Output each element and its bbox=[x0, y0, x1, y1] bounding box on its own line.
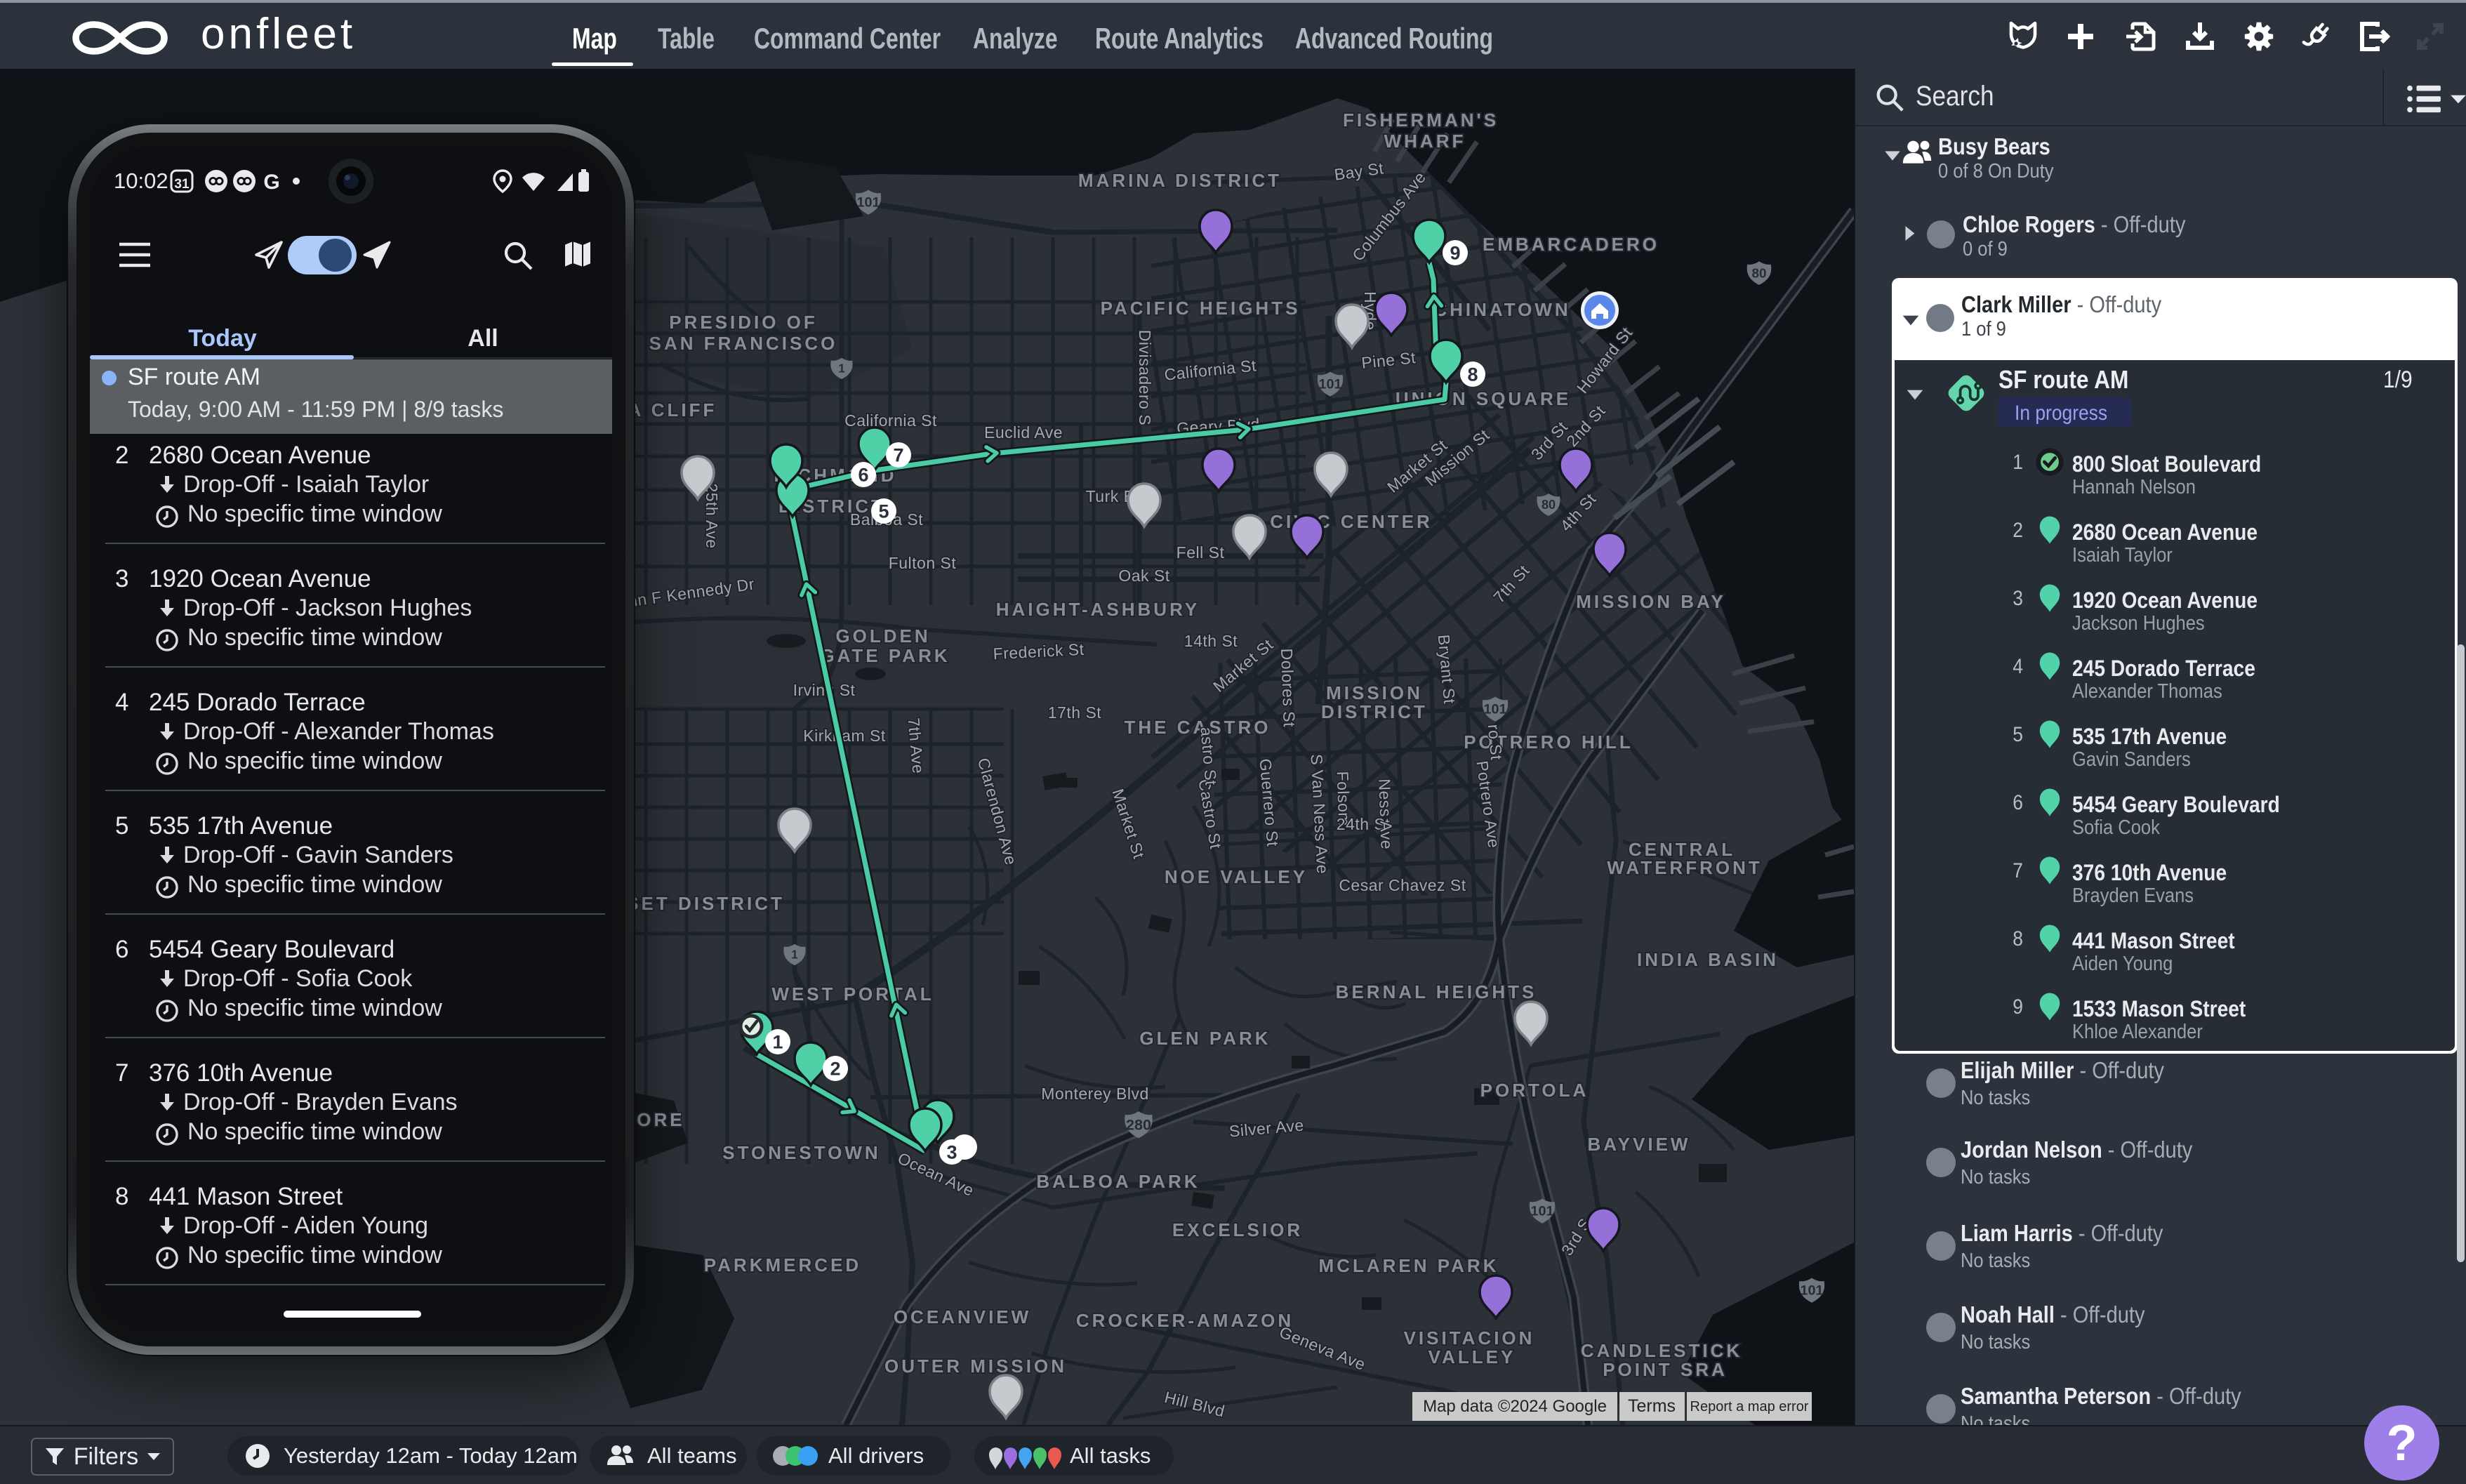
svg-text:WATERFRONT: WATERFRONT bbox=[1607, 857, 1763, 878]
svg-text:Fulton St: Fulton St bbox=[889, 554, 957, 572]
svg-text:1: 1 bbox=[838, 362, 845, 376]
svg-text:Cesar Chavez St: Cesar Chavez St bbox=[1339, 876, 1466, 894]
svg-text:1: 1 bbox=[772, 1032, 783, 1053]
svg-text:25th Ave: 25th Ave bbox=[703, 483, 721, 548]
svg-text:NOE VALLEY: NOE VALLEY bbox=[1165, 866, 1308, 887]
svg-text:BAYVIEW: BAYVIEW bbox=[1588, 1134, 1691, 1155]
svg-text:CHINATOWN: CHINATOWN bbox=[1433, 299, 1570, 320]
svg-text:SET DISTRICT: SET DISTRICT bbox=[626, 893, 785, 914]
svg-text:HAIGHT-ASHBURY: HAIGHT-ASHBURY bbox=[996, 599, 1200, 620]
svg-text:17th St: 17th St bbox=[1048, 703, 1101, 722]
svg-text:SAN FRANCISCO: SAN FRANCISCO bbox=[649, 333, 838, 354]
svg-text:Report a map error: Report a map error bbox=[1690, 1399, 1809, 1415]
svg-text:Fell St: Fell St bbox=[1176, 543, 1225, 562]
svg-text:Ness Ave: Ness Ave bbox=[1375, 779, 1396, 850]
svg-text:7: 7 bbox=[893, 445, 903, 466]
svg-text:VALLEY: VALLEY bbox=[1428, 1346, 1516, 1367]
svg-text:GOLDEN: GOLDEN bbox=[835, 625, 930, 647]
svg-text:MCLAREN PARK: MCLAREN PARK bbox=[1319, 1255, 1499, 1276]
svg-text:101: 101 bbox=[856, 195, 880, 211]
svg-text:Monterey Blvd: Monterey Blvd bbox=[1041, 1085, 1149, 1103]
svg-text:EXCELSIOR: EXCELSIOR bbox=[1172, 1219, 1303, 1240]
svg-text:A CLIFF: A CLIFF bbox=[628, 399, 717, 420]
svg-text:Kirkham St: Kirkham St bbox=[803, 727, 886, 745]
svg-text:Oak St: Oak St bbox=[1118, 567, 1169, 585]
svg-text:EMBARCADERO: EMBARCADERO bbox=[1483, 234, 1659, 255]
svg-text:VISITACION: VISITACION bbox=[1404, 1327, 1535, 1349]
svg-text:WHARF: WHARF bbox=[1384, 131, 1466, 152]
svg-text:3: 3 bbox=[946, 1142, 957, 1163]
svg-text:GATE PARK: GATE PARK bbox=[820, 645, 950, 666]
svg-text:INDIA BASIN: INDIA BASIN bbox=[1637, 949, 1779, 970]
svg-text:OUTER MISSION: OUTER MISSION bbox=[884, 1356, 1067, 1377]
svg-text:Dolores St: Dolores St bbox=[1278, 648, 1299, 727]
svg-text:CROCKER-AMAZON: CROCKER-AMAZON bbox=[1076, 1310, 1294, 1331]
svg-text:BALBOA PARK: BALBOA PARK bbox=[1036, 1171, 1200, 1192]
svg-text:31: 31 bbox=[174, 177, 190, 192]
svg-text:Euclid Ave: Euclid Ave bbox=[984, 423, 1063, 442]
svg-text:1: 1 bbox=[791, 948, 798, 962]
svg-text:WEST PORTAL: WEST PORTAL bbox=[771, 983, 934, 1005]
svg-text:2: 2 bbox=[830, 1059, 840, 1080]
svg-text:STONESTOWN: STONESTOWN bbox=[722, 1142, 880, 1163]
svg-text:101: 101 bbox=[1800, 1283, 1823, 1299]
svg-text:MARINA DISTRICT: MARINA DISTRICT bbox=[1078, 170, 1282, 191]
svg-text:101: 101 bbox=[1318, 377, 1341, 392]
svg-text:280: 280 bbox=[1126, 1115, 1151, 1133]
svg-text:Divisadero S: Divisadero S bbox=[1136, 330, 1154, 425]
svg-text:8: 8 bbox=[1467, 364, 1478, 385]
svg-text:5: 5 bbox=[878, 501, 889, 522]
svg-text:MISSION: MISSION bbox=[1326, 682, 1423, 703]
svg-text:Terms: Terms bbox=[1628, 1396, 1676, 1416]
svg-text:PACIFIC HEIGHTS: PACIFIC HEIGHTS bbox=[1101, 298, 1301, 319]
svg-text:9: 9 bbox=[1450, 243, 1460, 264]
svg-text:FISHERMAN'S: FISHERMAN'S bbox=[1343, 110, 1499, 131]
svg-text:BERNAL HEIGHTS: BERNAL HEIGHTS bbox=[1336, 981, 1537, 1002]
svg-text:POINT SRA: POINT SRA bbox=[1603, 1359, 1728, 1380]
svg-text:101: 101 bbox=[1530, 1204, 1553, 1219]
svg-text:Map data ©2024 Google: Map data ©2024 Google bbox=[1423, 1397, 1607, 1416]
svg-text:101: 101 bbox=[1483, 702, 1506, 717]
svg-text:MISSION BAY: MISSION BAY bbox=[1576, 591, 1726, 612]
svg-text:PARKMERCED: PARKMERCED bbox=[704, 1254, 861, 1276]
svg-text:G: G bbox=[263, 171, 279, 194]
svg-text:CANDLESTICK: CANDLESTICK bbox=[1581, 1340, 1742, 1361]
svg-text:PRESIDIO OF: PRESIDIO OF bbox=[669, 312, 818, 333]
svg-text:14th St: 14th St bbox=[1184, 632, 1238, 650]
svg-text:OCEANVIEW: OCEANVIEW bbox=[894, 1306, 1031, 1327]
svg-text:80: 80 bbox=[1751, 266, 1766, 281]
svg-text:GLEN PARK: GLEN PARK bbox=[1139, 1028, 1271, 1049]
svg-text:80: 80 bbox=[1542, 498, 1556, 512]
svg-text:ro St: ro St bbox=[1485, 724, 1506, 761]
svg-text:California St: California St bbox=[844, 411, 937, 430]
svg-text:6: 6 bbox=[858, 465, 868, 486]
svg-text:PORTOLA: PORTOLA bbox=[1480, 1080, 1589, 1101]
svg-text:DISTRICT: DISTRICT bbox=[1321, 701, 1428, 722]
